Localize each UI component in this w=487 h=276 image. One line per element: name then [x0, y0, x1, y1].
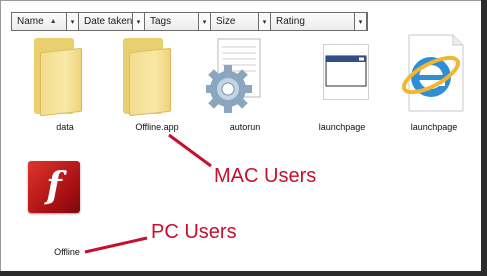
- window-edge: [0, 271, 487, 276]
- annotation-pc-users: PC Users: [151, 221, 237, 243]
- file-browser-window: Name ▲ ▾ Date taken ▾ Tags ▾ Size ▾ Rati…: [0, 0, 487, 276]
- annotation-arrow-pc: [84, 236, 148, 254]
- window-edge: [481, 0, 487, 276]
